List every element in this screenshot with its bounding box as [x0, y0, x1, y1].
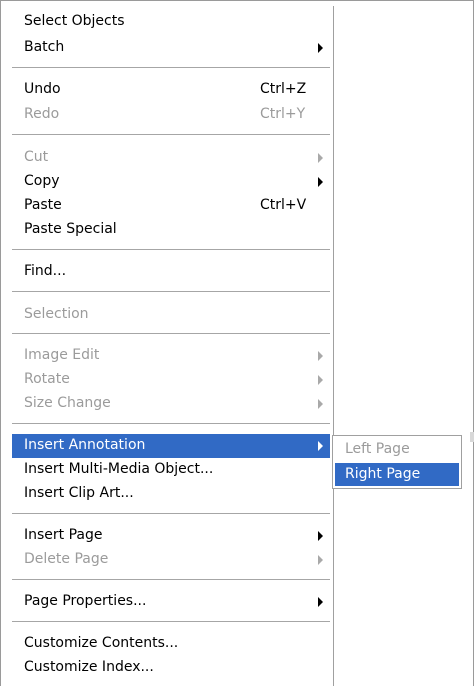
menu-item-label: Select Objects [24, 13, 125, 29]
menu-separator [12, 134, 330, 135]
context-menu: Select Objects Batch Undo Ctrl+Z Redo Ct… [8, 6, 334, 686]
menu-item-rotate[interactable]: Rotate [12, 368, 330, 392]
menu-separator [12, 333, 330, 334]
menu-item-insert-clip-art[interactable]: Insert Clip Art... [12, 482, 330, 506]
shortcut-label: Ctrl+Z [260, 81, 307, 97]
menu-item-label: Redo [24, 106, 60, 122]
menu-item-label: Insert Page [24, 527, 103, 543]
menu-separator [12, 249, 330, 250]
menu-item-label: Customize Index... [24, 659, 154, 675]
shortcut-label: Ctrl+V [260, 197, 307, 213]
menu-item-label: Delete Page [24, 551, 109, 567]
menu-item-undo[interactable]: Undo Ctrl+Z [12, 78, 330, 102]
submenu-arrow-icon [318, 531, 323, 541]
submenu-arrow-icon [318, 351, 323, 361]
submenu-item-right-page[interactable]: Right Page [335, 463, 459, 486]
menu-item-insert-annotation[interactable]: Insert Annotation [12, 434, 330, 458]
submenu-arrow-icon [318, 375, 323, 385]
menu-item-label: Paste [24, 197, 62, 213]
menu-item-customize-contents[interactable]: Customize Contents... [12, 632, 330, 656]
background-window-edge [470, 432, 474, 442]
shortcut-label: Ctrl+Y [260, 106, 306, 122]
submenu-arrow-icon [318, 441, 323, 451]
menu-item-find[interactable]: Find... [12, 260, 330, 284]
menu-item-insert-multimedia[interactable]: Insert Multi-Media Object... [12, 458, 330, 482]
menu-item-delete-page[interactable]: Delete Page [12, 548, 330, 572]
menu-item-label: Paste Special [24, 221, 117, 237]
menu-separator [12, 423, 330, 424]
submenu-item-label: Left Page [345, 441, 410, 457]
submenu-arrow-icon [318, 177, 323, 187]
menu-item-size-change[interactable]: Size Change [12, 392, 330, 416]
menu-item-copy[interactable]: Copy [12, 170, 330, 194]
menu-item-label: Batch [24, 39, 65, 55]
menu-item-label: Page Properties... [24, 593, 147, 609]
menu-item-selection[interactable]: Selection [12, 303, 330, 327]
menu-item-image-edit[interactable]: Image Edit [12, 344, 330, 368]
menu-item-batch[interactable]: Batch [12, 36, 330, 60]
menu-item-customize-index[interactable]: Customize Index... [12, 656, 330, 680]
menu-item-cut[interactable]: Cut [12, 146, 330, 170]
submenu-arrow-icon [318, 153, 323, 163]
menu-separator [12, 513, 330, 514]
menu-separator [12, 67, 330, 68]
menu-item-label: Undo [24, 81, 61, 97]
menu-item-label: Copy [24, 173, 60, 189]
menu-item-redo[interactable]: Redo Ctrl+Y [12, 103, 330, 127]
submenu-arrow-icon [318, 43, 323, 53]
submenu-item-left-page[interactable]: Left Page [335, 438, 459, 461]
menu-item-label: Customize Contents... [24, 635, 179, 651]
submenu-item-label: Right Page [345, 466, 421, 482]
menu-separator [12, 621, 330, 622]
submenu-arrow-icon [318, 399, 323, 409]
menu-item-label: Image Edit [24, 347, 100, 363]
menu-item-label: Selection [24, 306, 89, 322]
menu-item-label: Rotate [24, 371, 70, 387]
submenu-arrow-icon [318, 555, 323, 565]
submenu-arrow-icon [318, 597, 323, 607]
menu-item-select-objects[interactable]: Select Objects [12, 10, 330, 34]
menu-item-label: Find... [24, 263, 67, 279]
menu-item-label: Size Change [24, 395, 111, 411]
menu-item-paste-special[interactable]: Paste Special [12, 218, 330, 242]
menu-item-paste[interactable]: Paste Ctrl+V [12, 194, 330, 218]
menu-item-label: Insert Annotation [24, 437, 146, 453]
menu-item-page-properties[interactable]: Page Properties... [12, 590, 330, 614]
menu-item-label: Insert Clip Art... [24, 485, 134, 501]
menu-item-label: Insert Multi-Media Object... [24, 461, 214, 477]
menu-item-insert-page[interactable]: Insert Page [12, 524, 330, 548]
menu-separator [12, 579, 330, 580]
menu-separator [12, 291, 330, 292]
menu-item-label: Cut [24, 149, 49, 165]
annotation-submenu: Left Page Right Page [332, 435, 462, 489]
